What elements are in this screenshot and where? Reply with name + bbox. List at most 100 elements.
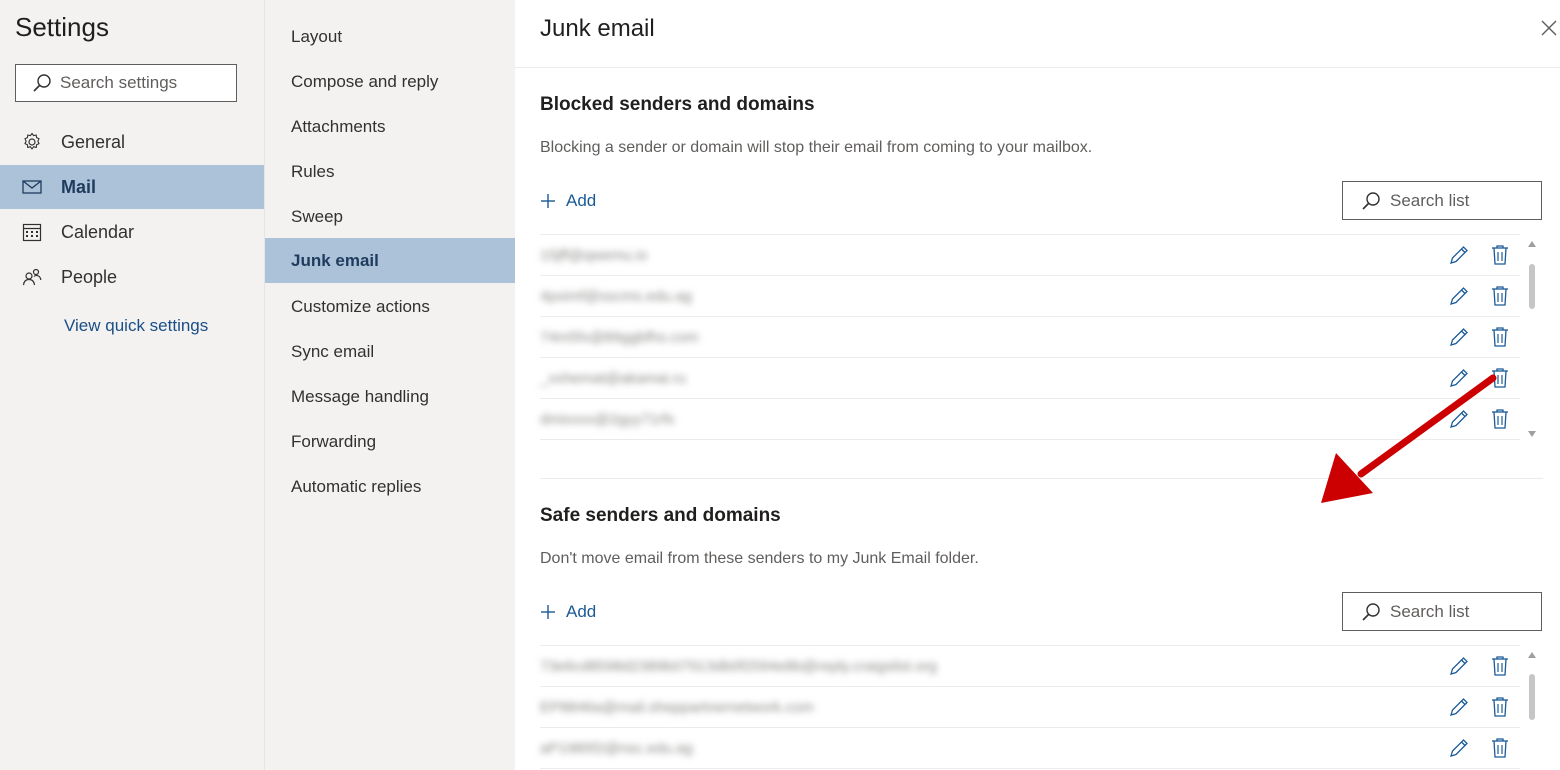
mail-nav-layout[interactable]: Layout [265, 14, 515, 59]
blocked-search-list-input[interactable]: Search list [1342, 181, 1542, 220]
mail-nav-junk-email[interactable]: Junk email [265, 238, 515, 283]
search-icon [33, 74, 51, 92]
mail-nav-automatic-replies[interactable]: Automatic replies [265, 464, 515, 509]
nav-item-general[interactable]: General [0, 120, 264, 164]
sender-address: 74m5fx@89ggbfhs.com [540, 328, 699, 346]
edit-button[interactable] [1448, 285, 1470, 307]
mail-nav-message-handling[interactable]: Message handling [265, 374, 515, 419]
list-item: 15jff@qwemu.io [540, 235, 1520, 276]
calendar-icon [21, 222, 43, 242]
trash-icon [1492, 327, 1508, 347]
blocked-list-scrollbar[interactable] [1527, 238, 1537, 440]
scroll-down-arrow[interactable] [1527, 430, 1537, 438]
mail-nav-sweep[interactable]: Sweep [265, 194, 515, 239]
delete-button[interactable] [1490, 326, 1510, 348]
trash-icon [1492, 368, 1508, 388]
add-label: Add [566, 191, 597, 210]
search-icon [1362, 602, 1380, 621]
search-settings-input[interactable]: Search settings [15, 64, 237, 102]
plus-icon [541, 194, 555, 208]
nav-item-label: Calendar [61, 221, 135, 242]
sender-address: _xxhemat@akamai.ru [540, 369, 687, 387]
nav-item-mail[interactable]: Mail [0, 165, 264, 209]
pencil-icon [1450, 369, 1468, 387]
nav-item-label: Mail [61, 176, 97, 197]
mail-nav-forwarding[interactable]: Forwarding [265, 419, 515, 464]
scroll-thumb[interactable] [1529, 674, 1535, 720]
edit-button[interactable] [1448, 408, 1470, 430]
list-item: _xxhemat@akamai.ru [540, 358, 1520, 399]
add-label: Add [566, 602, 597, 621]
delete-button[interactable] [1490, 285, 1510, 307]
sender-address: 4pximf@sscms.edu.ag [540, 287, 692, 305]
mail-nav-sync-email[interactable]: Sync email [265, 329, 515, 374]
safe-search-list-input[interactable]: Search list [1342, 592, 1542, 631]
safe-list-scrollbar[interactable] [1527, 650, 1537, 770]
delete-button[interactable] [1490, 244, 1510, 266]
blocked-section-title: Blocked senders and domains [540, 94, 815, 115]
mail-nav-compose-and-reply[interactable]: Compose and reply [265, 59, 515, 104]
header-divider [515, 67, 1560, 68]
search-list-placeholder: Search list [1390, 190, 1470, 210]
sender-address: 73e6cd8598d2389b07913db0f2594e8b@reply.c… [540, 657, 937, 675]
settings-sidebar: Settings Search settings General Mail Ca… [0, 0, 264, 770]
pencil-icon [1450, 246, 1468, 264]
nav-item-calendar[interactable]: Calendar [0, 210, 264, 254]
mail-icon [21, 179, 43, 195]
nav-item-people[interactable]: People [0, 255, 264, 299]
trash-icon [1492, 656, 1508, 676]
blocked-add-button[interactable]: Add [540, 191, 596, 211]
safe-add-button[interactable]: Add [540, 602, 596, 622]
panel-title: Junk email [540, 15, 655, 42]
edit-button[interactable] [1448, 326, 1470, 348]
delete-button[interactable] [1490, 655, 1510, 677]
safe-section-title: Safe senders and domains [540, 505, 781, 526]
mail-nav-customize-actions[interactable]: Customize actions [265, 284, 515, 329]
trash-icon [1492, 409, 1508, 429]
scroll-thumb[interactable] [1529, 264, 1535, 309]
edit-button[interactable] [1448, 737, 1470, 759]
view-quick-settings-link[interactable]: View quick settings [64, 316, 208, 336]
delete-button[interactable] [1490, 367, 1510, 389]
mail-nav-attachments[interactable]: Attachments [265, 104, 515, 149]
close-button[interactable] [1537, 16, 1560, 40]
sender-address: EP8846a@mail.sheppartnernetwork.com [540, 698, 814, 716]
trash-icon [1492, 697, 1508, 717]
nav-item-label: People [61, 266, 118, 287]
section-divider [540, 478, 1543, 479]
edit-button[interactable] [1448, 655, 1470, 677]
pencil-icon [1450, 657, 1468, 675]
search-list-placeholder: Search list [1390, 601, 1470, 621]
people-icon [21, 267, 43, 287]
pencil-icon [1450, 410, 1468, 428]
junk-email-panel: Junk email Blocked senders and domains B… [515, 0, 1560, 770]
scroll-up-arrow[interactable] [1527, 651, 1537, 659]
list-item: dmixxxx@2gyy71rfs [540, 399, 1520, 440]
edit-button[interactable] [1448, 696, 1470, 718]
pencil-icon [1450, 739, 1468, 757]
nav-item-label: General [61, 131, 126, 152]
pencil-icon [1450, 287, 1468, 305]
trash-icon [1492, 286, 1508, 306]
mail-nav-rules[interactable]: Rules [265, 149, 515, 194]
pencil-icon [1450, 328, 1468, 346]
blocked-senders-list: 15jff@qwemu.io 4pximf@sscms.edu.ag 74m5f… [540, 234, 1520, 440]
trash-icon [1492, 738, 1508, 758]
delete-button[interactable] [1490, 696, 1510, 718]
search-icon [1362, 191, 1380, 210]
list-item: EP8846a@mail.sheppartnernetwork.com [540, 687, 1520, 728]
list-item: 73e6cd8598d2389b07913db0f2594e8b@reply.c… [540, 646, 1520, 687]
list-item: aP1985f2@nsc.edu.ag [540, 728, 1520, 769]
delete-button[interactable] [1490, 408, 1510, 430]
mail-settings-nav: Layout Compose and reply Attachments Rul… [264, 0, 515, 770]
edit-button[interactable] [1448, 244, 1470, 266]
sender-address: dmixxxx@2gyy71rfs [540, 410, 675, 428]
sender-address: 15jff@qwemu.io [540, 246, 648, 264]
pencil-icon [1450, 698, 1468, 716]
edit-button[interactable] [1448, 367, 1470, 389]
scroll-up-arrow[interactable] [1527, 240, 1537, 248]
list-item: 74m5fx@89ggbfhs.com [540, 317, 1520, 358]
safe-section-description: Don't move email from these senders to m… [540, 550, 979, 567]
sender-address: aP1985f2@nsc.edu.ag [540, 739, 693, 757]
delete-button[interactable] [1490, 737, 1510, 759]
